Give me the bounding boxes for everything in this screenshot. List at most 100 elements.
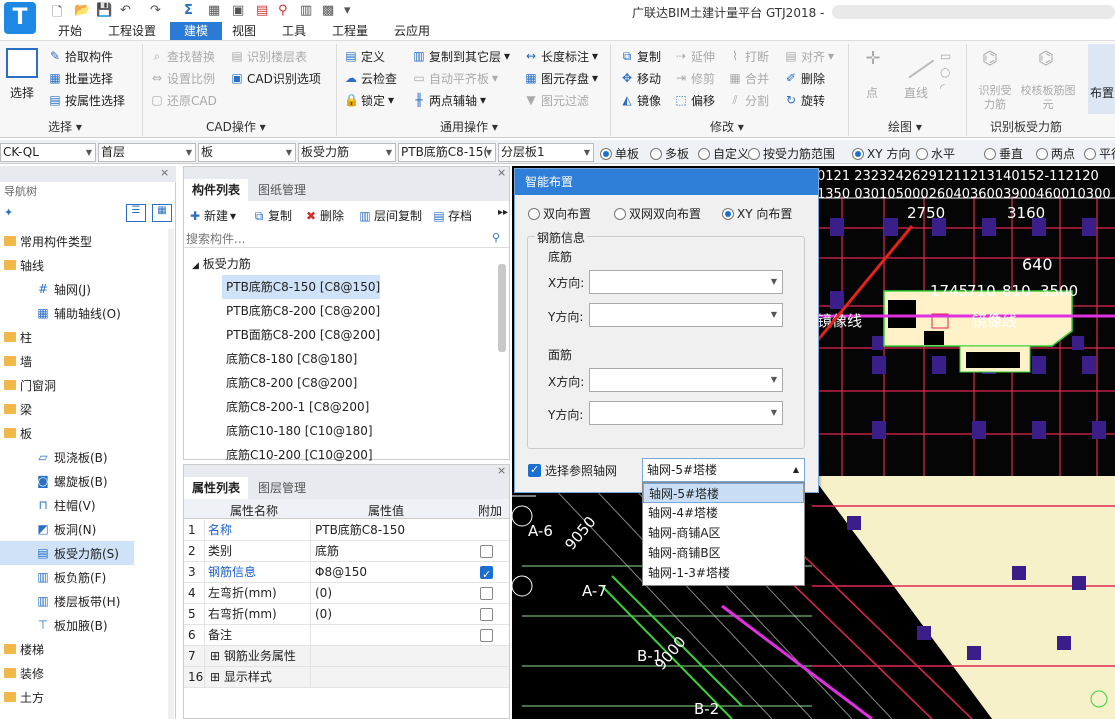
nav-item[interactable]: ▥ 楼层板带(H) (0, 589, 168, 613)
layout-mode-radio[interactable]: 平行边 (1084, 145, 1115, 162)
property-row[interactable]: 5 右弯折(mm) (0) (184, 604, 509, 625)
pin-icon[interactable]: ⚲ (278, 3, 288, 18)
length-dimension-button[interactable]: ↔ 长度标注 ▾ (524, 46, 598, 66)
component-list-item[interactable]: PTB底筋C8-150 [C8@150] (222, 275, 380, 299)
layout-mode-radio[interactable]: 垂直 (984, 145, 1023, 162)
nav-add-icon[interactable]: ✦ (4, 206, 13, 219)
component-scrollbar[interactable] (498, 264, 506, 352)
element-filter-button[interactable]: ▼ 图元过滤 (524, 90, 589, 110)
nav-item[interactable]: ◙ 螺旋板(B) (0, 469, 168, 493)
nav-item[interactable]: ▱ 现浇板(B) (0, 445, 168, 469)
draw-shapes-icons[interactable]: ▭ ○ ◜ (940, 48, 951, 96)
tab-component-list[interactable]: 构件列表 (184, 179, 249, 201)
layout-mode-radio[interactable]: 自定义 (698, 145, 749, 162)
property-row[interactable]: 6 备注 (184, 625, 509, 646)
component-close-icon[interactable]: × (497, 166, 506, 179)
component-list-item[interactable]: 底筋C10-180 [C10@180] (222, 419, 498, 443)
rotate-button[interactable]: ↻ 旋转 (784, 90, 825, 110)
property-value[interactable]: PTB底筋C8-150 (310, 520, 470, 541)
attach-checkbox[interactable] (480, 565, 493, 583)
draw-line-button[interactable]: 直线 (904, 84, 928, 101)
sum-icon[interactable]: Σ (184, 3, 193, 18)
copy-component-button[interactable]: ⧉ 复制 (252, 207, 292, 224)
component-list-item[interactable]: 底筋C8-200 [C8@200] (222, 371, 498, 395)
type-combo[interactable]: 板受力筋 ▼ (298, 143, 396, 162)
open-file-icon[interactable]: 📂 (74, 3, 90, 18)
nav-item[interactable]: ▥ 板负筋(F) (0, 565, 168, 589)
property-row[interactable]: 1 名称 PTB底筋C8-150 (184, 520, 509, 541)
property-value[interactable]: (0) (310, 583, 470, 604)
app-logo[interactable]: T (4, 2, 36, 34)
component-combo[interactable]: PTB底筋C8-15(▼ (398, 143, 496, 162)
property-row[interactable]: 2 类别 底筋 (184, 541, 509, 562)
ref-axis-option[interactable]: 轴网-5#塔楼 (643, 483, 804, 503)
break-button[interactable]: ⌇ 打断 (728, 46, 769, 66)
layout-mode-radio[interactable]: 单板 (600, 145, 639, 162)
nav-item[interactable]: 墙 (0, 349, 168, 373)
property-value[interactable] (310, 625, 470, 646)
list-view-icon[interactable]: ☰ (126, 204, 146, 222)
undo-icon[interactable]: ↶ (120, 3, 131, 18)
layout-button[interactable] (1088, 44, 1115, 114)
copy-between-floors-button[interactable]: ▥ 层间复制 (358, 207, 422, 224)
layout-mode-radio[interactable]: 两点 (1036, 145, 1075, 162)
mode-bidirectional[interactable]: 双向布置 (528, 205, 591, 222)
tab-quantities[interactable]: 工程量 (322, 22, 378, 40)
lock-button[interactable]: 🔒 锁定 ▾ (344, 90, 394, 110)
nav-item[interactable]: # 轴网(J) (0, 277, 168, 301)
ref-axis-select[interactable]: 轴网-5#塔楼 ▲ (642, 458, 805, 482)
delete-button[interactable]: ✐ 删除 (784, 68, 825, 88)
nav-scrollbar[interactable] (168, 229, 174, 719)
trim-button[interactable]: ⇥ 修剪 (674, 68, 715, 88)
tab-property-list[interactable]: 属性列表 (184, 477, 249, 499)
ref-axis-option[interactable]: 轴网-1-3#塔楼 (643, 563, 804, 583)
extend-button[interactable]: ⇢ 延伸 (674, 46, 715, 66)
define-button[interactable]: ▤ 定义 (344, 46, 385, 66)
copy-to-other-floor-button[interactable]: ▥ 复制到其它层 ▾ (412, 46, 510, 66)
tab-project-settings[interactable]: 工程设置 (98, 22, 166, 40)
select-button[interactable]: 选择 (10, 84, 34, 101)
nav-item[interactable]: ▦ 辅助轴线(O) (0, 301, 168, 325)
copy-button[interactable]: ⧉ 复制 (620, 46, 661, 66)
grid-toggle-icon[interactable]: ▥ (300, 3, 312, 18)
property-value[interactable]: Φ8@150 (310, 562, 470, 583)
nav-item[interactable]: 门窗洞 (0, 373, 168, 397)
property-value[interactable]: 底筋 (310, 541, 470, 562)
nav-item[interactable]: 装修 (0, 661, 168, 685)
project-combo[interactable]: CK-QL ▼ (0, 143, 96, 162)
category-combo[interactable]: 板 ▼ (198, 143, 296, 162)
align-button[interactable]: ▤ 对齐 ▾ (784, 46, 834, 66)
more-icon[interactable]: ▾ (344, 3, 351, 18)
nav-item[interactable]: 板 (0, 421, 168, 445)
property-value[interactable] (310, 667, 470, 688)
recognize-rebar-button[interactable]: 识别受力筋 (974, 84, 1016, 112)
nav-item[interactable]: 梁 (0, 397, 168, 421)
property-row[interactable]: 3 钢筋信息 Φ8@150 (184, 562, 509, 583)
layer-combo[interactable]: 分层板1 ▼ (498, 143, 594, 162)
set-scale-button[interactable]: ⇔ 设置比例 (150, 68, 215, 88)
cloud-check-button[interactable]: ☁ 云检查 (344, 68, 397, 88)
restore-cad-button[interactable]: ▢ 还原CAD (150, 90, 217, 110)
split-button[interactable]: ⫽ 分割 (728, 90, 769, 110)
component-list-item[interactable]: 底筋C8-180 [C8@180] (222, 347, 498, 371)
component-list-item[interactable]: PTB底筋C8-200 [C8@200] (222, 299, 498, 323)
attach-checkbox[interactable] (480, 608, 493, 621)
grid-view-icon[interactable]: ▦ (152, 204, 172, 222)
nav-item[interactable]: 柱 (0, 325, 168, 349)
two-point-axis-button[interactable]: ╫ 两点辅轴 ▾ (412, 90, 486, 110)
view-icon[interactable]: ▣ (232, 3, 244, 18)
layout-mode-radio[interactable]: 多板 (650, 145, 689, 162)
nav-item[interactable]: 楼梯 (0, 637, 168, 661)
delete-component-button[interactable]: ✖ 删除 (304, 207, 344, 224)
property-value[interactable] (310, 646, 470, 667)
pick-component-button[interactable]: ✎ 拾取构件 (48, 46, 113, 66)
bottom-y-select[interactable]: ▼ (589, 303, 783, 327)
property-row[interactable]: 16 ⊞ 显示样式 (184, 667, 509, 688)
recognize-floor-table-button[interactable]: ▤ 识别楼层表 (230, 46, 307, 66)
new-button[interactable]: ✚ 新建 ▾ (188, 207, 236, 224)
tab-cloud[interactable]: 云应用 (384, 22, 440, 40)
property-close-icon[interactable]: × (497, 464, 506, 477)
save-icon[interactable]: 💾 (96, 3, 112, 18)
nav-item[interactable]: 土方 (0, 685, 168, 709)
ref-axis-option[interactable]: 轴网-商铺B区 (643, 543, 804, 563)
